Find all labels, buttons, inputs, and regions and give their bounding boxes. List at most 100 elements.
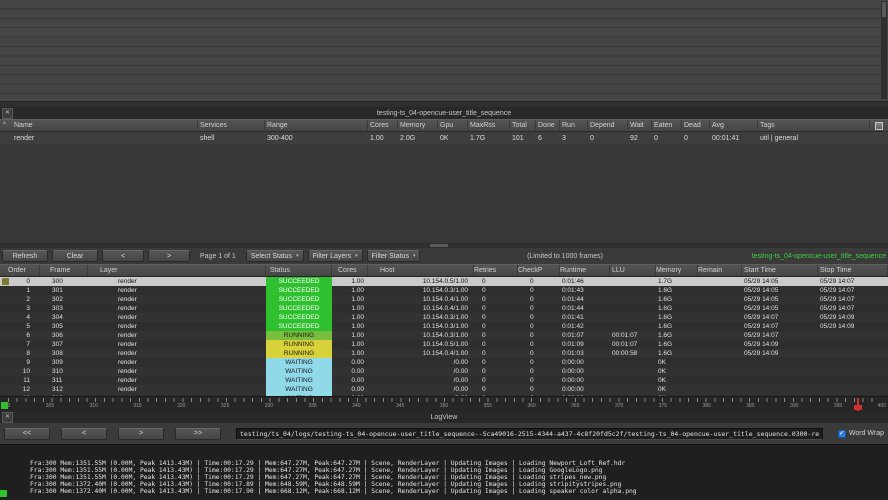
frame-cell-frame: 311 — [52, 377, 63, 384]
job-column-header-cores[interactable]: Cores — [368, 120, 398, 131]
column-config-cell[interactable] — [870, 120, 888, 131]
frame-row[interactable]: 11 311 render WAITING 0.00/0.00 0 0 0:00:00 0K — [0, 376, 888, 385]
frame-column-header-remain[interactable]: Remain — [698, 265, 742, 276]
frame-row[interactable]: 5 305 render SUCCEEDED 1.00 10.154.0.3/1.00 0 0… — [0, 322, 888, 331]
close-icon[interactable]: ✕ — [2, 107, 13, 119]
job-column-header-maxrss[interactable]: MaxRss — [468, 120, 510, 131]
scrollbar-thumb[interactable] — [430, 244, 448, 247]
frame-row[interactable]: 2 302 render SUCCEEDED 1.00 10.154.0.4/1.00 0 0… — [0, 295, 888, 304]
timeline-tick-label: 385 — [746, 403, 755, 409]
log-last-button[interactable]: >> — [175, 427, 221, 440]
job-monitor-scrollbar[interactable] — [881, 1, 887, 99]
timeline-start-marker[interactable] — [1, 402, 8, 409]
close-icon[interactable]: ✕ — [2, 411, 13, 423]
frame-row[interactable]: 6 306 render RUNNING 1.00 10.154.0.3/1.00 0 0 0:… — [0, 331, 888, 340]
filter-layers-dropdown[interactable]: Filter Layers ▾ — [307, 250, 363, 262]
timeline-cursor-handle[interactable] — [854, 405, 862, 410]
timeline-tick-label: 360 — [527, 403, 536, 409]
prev-page-button[interactable]: < — [102, 250, 144, 262]
frame-cell-layer: render — [118, 314, 137, 321]
frame-cell-start-time: 05/29 14:09 — [744, 341, 779, 348]
frame-column-header-retries[interactable]: Retries — [474, 265, 518, 276]
log-prev-button[interactable]: < — [61, 427, 107, 440]
job-column-header-wait[interactable]: Wait — [628, 120, 652, 131]
frame-column-header-stop-time[interactable]: Stop Time — [818, 265, 888, 276]
job-column-header-services[interactable]: Services — [198, 120, 265, 131]
job-column-header-range[interactable]: Range — [265, 120, 368, 131]
frame-row[interactable]: 12 312 render WAITING 0.00/0.00 0 0 0:00:00 0K — [0, 385, 888, 394]
frame-cell-llu — [610, 322, 656, 331]
word-wrap-checkbox[interactable]: ✓ Word Wrap — [837, 429, 884, 438]
job-panel-titlebar: ✕ testing-ts_04-opencue-user_title_seque… — [0, 107, 888, 119]
log-path-input[interactable] — [236, 427, 823, 440]
job-column-header-memory[interactable]: Memory — [398, 120, 438, 131]
job-column-header-dead[interactable]: Dead — [682, 120, 710, 131]
frame-row[interactable]: 0 300 render SUCCEEDED 1.00 10.154.0.5/1.00 0 0… — [0, 277, 888, 286]
log-first-button[interactable]: << — [4, 427, 50, 440]
frame-cell-frame: 303 — [52, 305, 63, 312]
frame-row[interactable]: 1 301 render SUCCEEDED 1.00 10.154.0.3/1.00 0 0… — [0, 286, 888, 295]
job-column-header-name[interactable]: Name — [0, 120, 198, 131]
frame-cell-host: /0.00 — [453, 377, 468, 384]
frame-row[interactable]: 9 309 render WAITING 0.00/0.00 0 0 0:00:00 0K — [0, 358, 888, 367]
job-column-header-depend[interactable]: Depend — [588, 120, 628, 131]
refresh-button[interactable]: Refresh — [2, 250, 48, 262]
log-text-area[interactable]: Fra:300 Mem:1351.55M (0.00M, Peak 1413.4… — [0, 444, 888, 500]
frame-column-header-start-time[interactable]: Start Time — [742, 265, 818, 276]
frame-cell-checkp: 0 — [530, 368, 534, 375]
job-column-header-run[interactable]: Run — [560, 120, 588, 131]
job-column-header-total[interactable]: Total — [510, 120, 536, 131]
frame-timeline[interactable]: 3003053103153203253303353403453503553603… — [0, 396, 888, 411]
frame-row[interactable]: 4 304 render SUCCEEDED 1.00 10.154.0.3/1.00 0 0… — [0, 313, 888, 322]
frame-cell-status: SUCCEEDED — [266, 313, 332, 322]
frame-column-header-layer[interactable]: Layer — [88, 265, 266, 276]
frame-row[interactable]: 8 308 render RUNNING 1.00 10.154.0.4/1.00 0 0 0:… — [0, 349, 888, 358]
frame-cell-host: 10.154.0.4/1.00 — [422, 296, 468, 303]
job-column-header-tags[interactable]: Tags — [758, 120, 870, 131]
frame-cell-start-time — [742, 385, 818, 394]
frame-cell-start-time: 05/29 14:05 — [744, 278, 779, 285]
frame-column-header-frame[interactable]: Frame — [40, 265, 88, 276]
frame-cell-start-time — [742, 376, 818, 385]
frame-row[interactable]: 7 307 render RUNNING 1.00 10.154.0.5/1.00 0 0 0:… — [0, 340, 888, 349]
frame-column-header-llu[interactable]: LLU — [610, 265, 656, 276]
frame-column-header-runtime[interactable]: Runtime — [560, 265, 610, 276]
frame-cell-status: SUCCEEDED — [266, 286, 332, 295]
frame-row[interactable]: 3 303 render SUCCEEDED 1.00 10.154.0.4/1.00 0 0… — [0, 304, 888, 313]
frame-cell-start-time — [742, 367, 818, 376]
frame-cell-order: 3 — [26, 305, 30, 312]
frame-cell-remain — [698, 322, 742, 331]
job-row[interactable]: render shell 300-400 1.00 2.0G 0K 1.7G 101 6 3 0 92… — [0, 132, 888, 144]
timeline-tick-label: 380 — [702, 403, 711, 409]
frame-column-header-order[interactable]: Order — [0, 265, 40, 276]
frame-row[interactable]: 10 310 render WAITING 0.00/0.00 0 0 0:00:00 0K — [0, 367, 888, 376]
clear-button[interactable]: Clear — [52, 250, 98, 262]
job-cell-total: 101 — [512, 134, 524, 142]
frame-column-header-host[interactable]: Host — [368, 265, 474, 276]
frame-cell-checkp: 0 — [530, 341, 534, 348]
job-column-header-avg[interactable]: Avg — [710, 120, 758, 131]
timeline-ticks — [8, 398, 880, 402]
scrollbar-thumb[interactable] — [882, 2, 886, 17]
frame-column-header-status[interactable]: Status — [266, 265, 332, 276]
frame-cell-order: 2 — [26, 296, 30, 303]
frame-cell-frame: 302 — [52, 296, 63, 303]
select-status-dropdown[interactable]: Select Status ▾ — [245, 250, 304, 262]
frame-cell-cores: 1.00 — [351, 350, 364, 357]
timeline-tick-labels: 3003053103153203253303353403453503553603… — [2, 403, 886, 409]
filter-status-dropdown[interactable]: Filter Status ▾ — [366, 250, 421, 262]
frame-cell-memory: 1.6G — [658, 332, 673, 339]
frame-cell-runtime: 0:01:44 — [562, 296, 584, 303]
next-page-button[interactable]: > — [148, 250, 190, 262]
frame-column-header-cores[interactable]: Cores — [332, 265, 368, 276]
job-column-header-gpu[interactable]: Gpu — [438, 120, 468, 131]
frame-cell-stop-time — [818, 385, 888, 394]
frame-cell-frame: 310 — [52, 368, 63, 375]
job-column-header-done[interactable]: Done — [536, 120, 560, 131]
frame-cell-layer: render — [118, 368, 137, 375]
job-column-header-eaten[interactable]: Eaten — [652, 120, 682, 131]
frame-column-header-checkp[interactable]: CheckP — [518, 265, 560, 276]
log-next-button[interactable]: > — [118, 427, 164, 440]
frame-column-header-memory[interactable]: Memory — [656, 265, 698, 276]
frame-cell-remain — [698, 358, 742, 367]
